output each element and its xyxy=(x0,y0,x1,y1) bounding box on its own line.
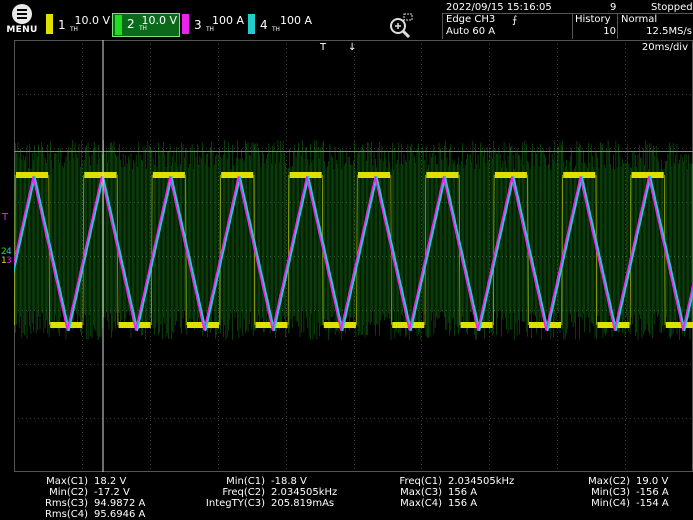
acquisition-count: 9 xyxy=(610,2,617,13)
trigger-panel[interactable]: Edge CH3 ⨍ Auto 60 A xyxy=(442,13,573,39)
measurement-row: Min(C2) -17.2 V xyxy=(44,487,145,498)
menu-icon xyxy=(12,4,32,24)
measurement-row: Min(C3) -156 A xyxy=(580,487,669,498)
measurement-column-2: Min(C1) -18.8 V Freq(C2) 2.034505kHz IntegTY… xyxy=(205,476,337,509)
measurement-value: 2.034505kHz xyxy=(271,487,338,498)
zoom-icon[interactable] xyxy=(388,12,414,39)
trigger-mode: Auto 60 A xyxy=(446,26,496,37)
channel-3-coupling: TH xyxy=(206,26,214,33)
measurement-column-4: Max(C2) 19.0 V Min(C3) -156 A Min(C4) -154 A xyxy=(580,476,669,509)
channel-1-scale: 10.0 V xyxy=(74,14,110,27)
channel-3-button[interactable]: 3 100 A TH xyxy=(182,14,246,36)
measurement-label: Min(C3) xyxy=(591,487,630,498)
rising-edge-icon: ⨍ xyxy=(512,15,518,26)
channel-2-swatch xyxy=(115,15,122,35)
trigger-level-marker: T xyxy=(1,212,9,223)
timebase: 20ms/div xyxy=(642,42,688,53)
measurement-label: Freq(C2) xyxy=(222,487,265,498)
channel-4-button[interactable]: 4 100 A TH xyxy=(248,14,314,36)
acquisition-panel[interactable]: Normal 12.5MS/s xyxy=(617,13,693,39)
channel-4-number: 4 xyxy=(260,18,268,32)
channel-1-swatch xyxy=(46,14,53,34)
waveform-display[interactable]: T ↓ 20ms/div xyxy=(0,40,693,473)
measurement-label: Max(C3) xyxy=(400,487,442,498)
measurement-label: Min(C1) xyxy=(226,476,265,487)
channel-markers: T 2 4 1 3 xyxy=(1,212,12,266)
measurement-row: Min(C1) -18.8 V xyxy=(205,476,337,487)
date-time: 2022/09/15 15:16:05 xyxy=(446,2,552,13)
channel-1-button[interactable]: 1 10.0 V TH xyxy=(46,14,110,36)
measurement-label: Max(C1) xyxy=(46,476,88,487)
trigger-delay-marker: ↓ xyxy=(348,42,356,53)
measurement-row: IntegTY(C3) 205.819mAs xyxy=(205,498,337,509)
measurement-value: 94.9872 A xyxy=(94,498,146,509)
trigger-source: Edge CH3 xyxy=(446,14,496,25)
measurement-label: Min(C2) xyxy=(49,487,88,498)
trigger-position-marker: T xyxy=(319,42,327,53)
channel-4-swatch xyxy=(248,14,255,34)
channel-3-scale: 100 A xyxy=(211,14,244,27)
channel-4-scale: 100 A xyxy=(279,14,312,27)
channel-3-ground-marker: 3 xyxy=(6,256,12,266)
channel-2-number: 2 xyxy=(127,17,135,31)
measurement-label: Rms(C3) xyxy=(44,498,88,509)
channel-1-coupling: TH xyxy=(70,26,78,33)
measurement-row: Max(C3) 156 A xyxy=(386,487,514,498)
measurement-label: IntegTY(C3) xyxy=(205,498,265,509)
measurement-value: 95.6946 A xyxy=(94,509,146,520)
run-state: Stopped xyxy=(651,2,693,13)
measurement-label: Min(C4) xyxy=(591,498,630,509)
measurement-value: 2.034505kHz xyxy=(448,476,515,487)
measurement-row: Max(C1) 18.2 V xyxy=(44,476,145,487)
channel-2-button[interactable]: 2 10.0 V TH xyxy=(112,13,180,37)
measurement-column-3: Freq(C1) 2.034505kHz Max(C3) 156 A Max(C4) 15… xyxy=(386,476,514,509)
measurement-label: Rms(C4) xyxy=(44,509,88,520)
measurement-label: Max(C2) xyxy=(588,476,630,487)
measurement-row: Max(C2) 19.0 V xyxy=(580,476,669,487)
measurement-row: Rms(C4) 95.6946 A xyxy=(44,509,145,520)
measurement-row: Freq(C2) 2.034505kHz xyxy=(205,487,337,498)
channel-3-swatch xyxy=(182,14,189,34)
history-panel[interactable]: History 10 xyxy=(572,13,618,39)
top-bar: MENU 1 10.0 V TH 2 10.0 V TH 3 100 A TH … xyxy=(0,0,693,39)
measurement-label: Freq(C1) xyxy=(399,476,442,487)
measurement-value: -154 A xyxy=(636,498,669,509)
measurement-value: 205.819mAs xyxy=(271,498,335,509)
history-label: History xyxy=(575,14,611,25)
measurement-row: Rms(C3) 94.9872 A xyxy=(44,498,145,509)
measurement-value: -156 A xyxy=(636,487,669,498)
measurement-row: Freq(C1) 2.034505kHz xyxy=(386,476,514,487)
acquisition-mode: Normal xyxy=(621,14,658,25)
measurement-value: 156 A xyxy=(448,487,478,498)
channel-1-number: 1 xyxy=(58,18,66,32)
menu-label: MENU xyxy=(6,25,38,35)
measurement-column-1: Max(C1) 18.2 V Min(C2) -17.2 V Rms(C3) 94.987… xyxy=(44,476,145,520)
waveform-area: T ↓ 20ms/div xyxy=(0,40,693,473)
channel-3-number: 3 xyxy=(194,18,202,32)
measurement-row: Min(C4) -154 A xyxy=(580,498,669,509)
measurement-value: 156 A xyxy=(448,498,478,509)
measurement-value: -17.2 V xyxy=(94,487,130,498)
measurement-value: 18.2 V xyxy=(94,476,127,487)
channel-4-coupling: TH xyxy=(272,26,280,33)
sample-rate: 12.5MS/s xyxy=(646,26,692,37)
measurement-label: Max(C4) xyxy=(400,498,442,509)
measurement-row: Max(C4) 156 A xyxy=(386,498,514,509)
channel-2-coupling: TH xyxy=(139,25,147,32)
measurement-panel: Max(C1) 18.2 V Min(C2) -17.2 V Rms(C3) 94.987… xyxy=(0,472,693,520)
menu-button[interactable]: MENU xyxy=(4,2,40,36)
history-value: 10 xyxy=(603,26,616,37)
measurement-value: -18.8 V xyxy=(271,476,307,487)
measurement-value: 19.0 V xyxy=(636,476,669,487)
